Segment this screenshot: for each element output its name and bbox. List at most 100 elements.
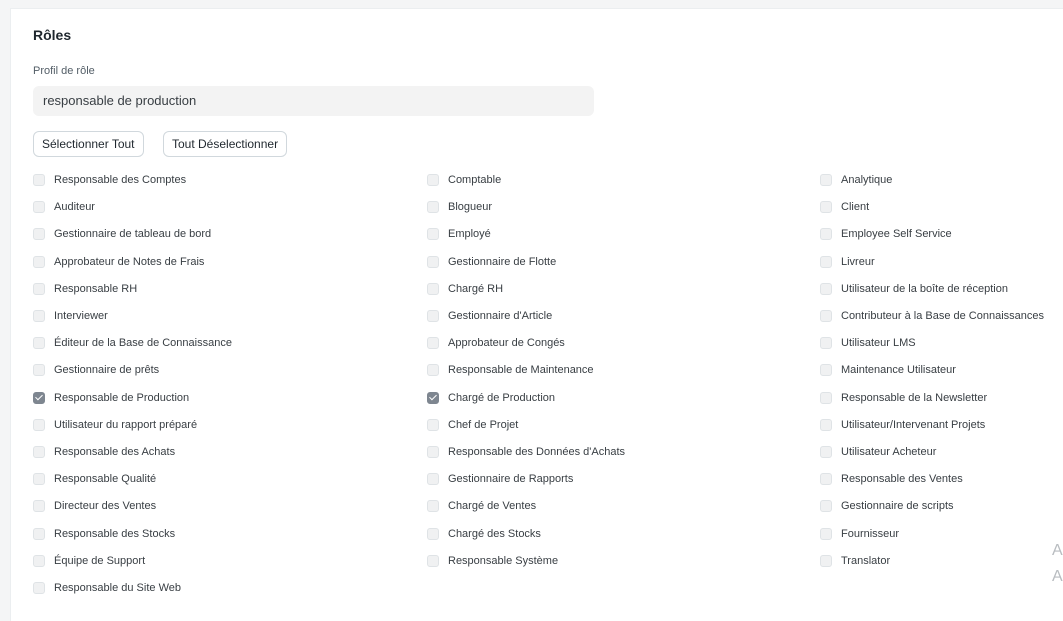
checkbox[interactable]	[820, 527, 832, 540]
role-checkbox-item[interactable]: Auditeur	[33, 198, 95, 216]
role-checkbox-item[interactable]: Gestionnaire de tableau de bord	[33, 225, 211, 243]
role-profile-input[interactable]: responsable de production	[33, 86, 594, 116]
role-checkbox-item[interactable]: Contributeur à la Base de Connaissances	[820, 307, 1044, 325]
checkbox[interactable]	[427, 527, 439, 540]
checkbox[interactable]	[820, 228, 832, 241]
checkbox[interactable]	[33, 282, 45, 295]
role-checkbox-item[interactable]: Responsable Qualité	[33, 470, 156, 488]
role-checkbox-item[interactable]: Responsable des Ventes	[820, 470, 963, 488]
role-checkbox-item[interactable]: Gestionnaire de prêts	[33, 361, 159, 379]
role-checkbox-item[interactable]: Chef de Projet	[427, 416, 518, 434]
role-checkbox-item[interactable]: Éditeur de la Base de Connaissance	[33, 334, 232, 352]
checkbox[interactable]	[820, 337, 832, 350]
checkbox[interactable]	[33, 418, 45, 431]
checkbox[interactable]	[33, 337, 45, 350]
checkbox[interactable]	[33, 554, 45, 567]
checkbox[interactable]	[820, 473, 832, 486]
role-checkbox-item[interactable]: Utilisateur du rapport préparé	[33, 416, 197, 434]
role-checkbox-item[interactable]: Responsable des Comptes	[33, 171, 186, 189]
role-checkbox-item[interactable]: Translator	[820, 552, 890, 570]
checkbox[interactable]	[33, 582, 45, 594]
role-checkbox-item[interactable]: Client	[820, 198, 869, 216]
role-checkbox-item[interactable]: Approbateur de Notes de Frais	[33, 253, 204, 271]
role-checkbox-item[interactable]: Livreur	[820, 253, 875, 271]
role-checkbox-item[interactable]: Responsable des Stocks	[33, 525, 175, 543]
role-checkbox-item[interactable]: Chargé RH	[427, 280, 503, 298]
role-label: Maintenance Utilisateur	[841, 364, 956, 377]
role-checkbox-item[interactable]: Chargé de Ventes	[427, 497, 536, 515]
role-checkbox-item[interactable]: Interviewer	[33, 307, 108, 325]
checkbox[interactable]	[820, 364, 832, 377]
checkbox[interactable]	[427, 255, 439, 268]
role-checkbox-item[interactable]: Comptable	[427, 171, 501, 189]
select-all-button[interactable]: Sélectionner Tout	[33, 131, 144, 157]
checkbox-checked[interactable]	[427, 391, 439, 404]
role-checkbox-item[interactable]: Approbateur de Congés	[427, 334, 565, 352]
role-label: Gestionnaire de Rapports	[448, 473, 574, 486]
checkbox[interactable]	[427, 174, 439, 186]
checkbox[interactable]	[820, 500, 832, 513]
checkbox[interactable]	[427, 364, 439, 377]
role-label: Responsable de la Newsletter	[841, 391, 988, 404]
checkbox[interactable]	[33, 174, 45, 186]
role-checkbox-item[interactable]: Directeur des Ventes	[33, 497, 156, 515]
role-checkbox-item[interactable]: Gestionnaire d'Article	[427, 307, 552, 325]
role-checkbox-item[interactable]: Responsable Système	[427, 552, 558, 570]
checkbox[interactable]	[820, 391, 832, 404]
checkbox[interactable]	[427, 337, 439, 350]
role-checkbox-item[interactable]: Blogueur	[427, 198, 492, 216]
role-checkbox-item[interactable]: Maintenance Utilisateur	[820, 361, 956, 379]
checkbox[interactable]	[427, 446, 439, 458]
checkbox[interactable]	[33, 310, 45, 322]
checkbox[interactable]	[427, 554, 439, 567]
checkbox[interactable]	[427, 310, 439, 322]
checkbox[interactable]	[33, 473, 45, 486]
checkbox[interactable]	[427, 418, 439, 431]
role-checkbox-item[interactable]: Responsable des Données d'Achats	[427, 443, 625, 461]
deselect-all-button[interactable]: Tout Déselectionner	[163, 131, 288, 157]
role-checkbox-item[interactable]: Utilisateur de la boîte de réception	[820, 280, 1008, 298]
checkbox[interactable]	[427, 228, 439, 241]
checkbox[interactable]	[33, 255, 45, 268]
role-checkbox-item[interactable]: Équipe de Support	[33, 552, 145, 570]
role-checkbox-item[interactable]: Utilisateur LMS	[820, 334, 916, 352]
role-checkbox-item[interactable]: Analytique	[820, 171, 892, 189]
role-checkbox-item[interactable]: Gestionnaire de scripts	[820, 497, 954, 515]
checkbox[interactable]	[820, 255, 832, 268]
checkbox[interactable]	[820, 310, 832, 322]
role-label: Approbateur de Notes de Frais	[54, 255, 205, 268]
checkbox[interactable]	[427, 500, 439, 513]
checkbox[interactable]	[820, 174, 832, 186]
role-checkbox-item[interactable]: Responsable de Maintenance	[427, 361, 594, 379]
role-label: Blogueur	[448, 201, 493, 214]
role-checkbox-item[interactable]: Chargé des Stocks	[427, 525, 541, 543]
role-checkbox-item[interactable]: Gestionnaire de Flotte	[427, 253, 556, 271]
checkbox[interactable]	[820, 418, 832, 431]
checkbox[interactable]	[33, 364, 45, 377]
role-checkbox-item[interactable]: Responsable RH	[33, 280, 137, 298]
role-checkbox-item[interactable]: Gestionnaire de Rapports	[427, 470, 573, 488]
role-checkbox-item[interactable]: Chargé de Production	[427, 389, 555, 407]
checkbox[interactable]	[427, 201, 439, 214]
role-checkbox-item[interactable]: Responsable du Site Web	[33, 579, 181, 597]
checkbox[interactable]	[33, 228, 45, 241]
role-checkbox-item[interactable]: Utilisateur Acheteur	[820, 443, 936, 461]
checkbox[interactable]	[427, 473, 439, 486]
checkbox[interactable]	[33, 201, 45, 214]
role-checkbox-item[interactable]: Employé	[427, 225, 491, 243]
checkbox[interactable]	[427, 282, 439, 295]
role-checkbox-item[interactable]: Fournisseur	[820, 525, 899, 543]
role-checkbox-item[interactable]: Responsable de la Newsletter	[820, 389, 987, 407]
role-checkbox-item[interactable]: Responsable des Achats	[33, 443, 175, 461]
checkbox[interactable]	[820, 554, 832, 567]
checkbox[interactable]	[33, 527, 45, 540]
role-checkbox-item[interactable]: Responsable de Production	[33, 389, 189, 407]
checkbox[interactable]	[820, 282, 832, 295]
checkbox[interactable]	[33, 500, 45, 513]
checkbox-checked[interactable]	[33, 391, 45, 404]
checkbox[interactable]	[33, 446, 45, 458]
role-checkbox-item[interactable]: Employee Self Service	[820, 225, 952, 243]
checkbox[interactable]	[820, 201, 832, 214]
role-checkbox-item[interactable]: Utilisateur/Intervenant Projets	[820, 416, 985, 434]
checkbox[interactable]	[820, 446, 832, 458]
